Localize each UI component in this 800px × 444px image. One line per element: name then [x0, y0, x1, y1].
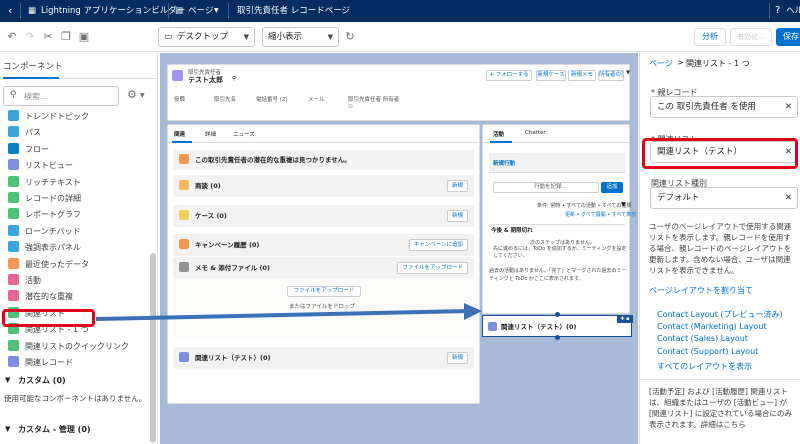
parent-record-value: この 取引先責任者 を使用 — [657, 102, 756, 112]
show-all-layouts-link[interactable]: すべてのレイアウトを表示 — [657, 361, 752, 372]
divider — [640, 379, 800, 380]
related-list-type-value: デフォルト — [657, 193, 700, 203]
clear-icon[interactable]: ✕ — [785, 188, 792, 208]
breadcrumb-separator: > — [677, 58, 684, 67]
page-layout-link[interactable]: Contact (Sales) Layout — [657, 334, 748, 343]
clear-icon[interactable]: ✕ — [785, 97, 792, 117]
page-layout-link[interactable]: Contact (Marketing) Layout — [657, 322, 767, 331]
breadcrumb-current: 関連リスト - 1 つ — [686, 59, 750, 68]
assign-layout-link[interactable]: ページレイアウトを割り当て — [649, 285, 753, 296]
parent-record-select[interactable]: この 取引先責任者 を使用 ✕ — [650, 96, 798, 118]
highlight-box-related-list — [642, 138, 798, 169]
description-text: ユーザのページレイアウトで使用する関連リストを表示します。親レコードを使用する場… — [649, 222, 792, 275]
page-layout-link[interactable]: Contact Layout (プレビュー済み) — [657, 309, 783, 320]
page-layout-link[interactable]: Contact (Support) Layout — [657, 347, 758, 356]
breadcrumb-page[interactable]: ページ — [649, 58, 673, 69]
activity-note: [活動予定] および [活動履歴] 関連リストは、組織またはユーザの [活動ビュ… — [649, 387, 793, 429]
related-list-type-select[interactable]: デフォルト ✕ — [650, 187, 798, 209]
